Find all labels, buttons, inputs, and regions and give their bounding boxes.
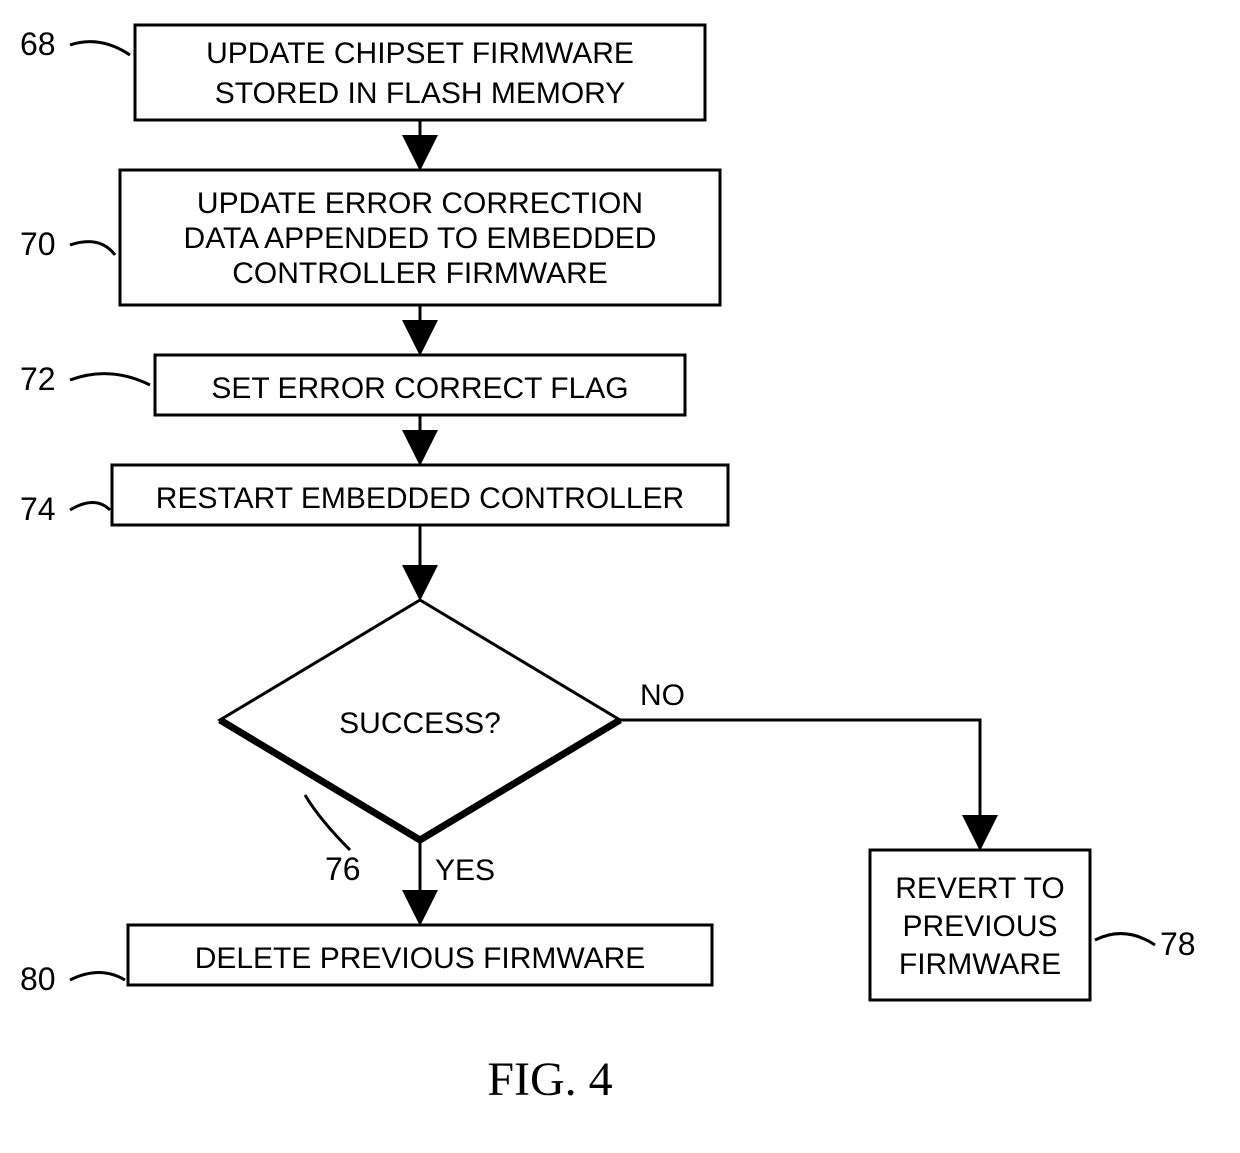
- process-78-line2: PREVIOUS: [902, 910, 1057, 943]
- branch-no: NO: [640, 679, 685, 712]
- edge-76-78-no: [620, 720, 980, 845]
- process-80-line1: DELETE PREVIOUS FIRMWARE: [195, 942, 646, 975]
- ref-70: 70: [20, 226, 56, 262]
- leader-68: [70, 42, 130, 55]
- leader-74: [70, 503, 110, 511]
- ref-72: 72: [20, 361, 56, 397]
- figure-label: FIG. 4: [487, 1053, 612, 1106]
- process-78-line1: REVERT TO: [895, 872, 1065, 905]
- process-70-line2: DATA APPENDED TO EMBEDDED: [184, 222, 657, 255]
- leader-76: [305, 795, 350, 850]
- leader-80: [70, 973, 125, 981]
- ref-74: 74: [20, 491, 56, 527]
- process-68-line2: STORED IN FLASH MEMORY: [215, 77, 626, 110]
- leader-72: [70, 374, 150, 385]
- decision-76-label: SUCCESS?: [339, 707, 501, 740]
- leader-78: [1095, 934, 1155, 945]
- ref-80: 80: [20, 961, 56, 997]
- process-70-line1: UPDATE ERROR CORRECTION: [197, 187, 643, 220]
- process-68-line1: UPDATE CHIPSET FIRMWARE: [206, 37, 634, 70]
- flowchart: UPDATE CHIPSET FIRMWARE STORED IN FLASH …: [0, 0, 1240, 1153]
- process-70-line3: CONTROLLER FIRMWARE: [232, 257, 608, 290]
- process-74-line1: RESTART EMBEDDED CONTROLLER: [156, 482, 684, 515]
- branch-yes: YES: [435, 854, 495, 887]
- process-72-line1: SET ERROR CORRECT FLAG: [211, 372, 628, 405]
- process-78-line3: FIRMWARE: [899, 948, 1061, 981]
- ref-76: 76: [325, 851, 361, 887]
- ref-68: 68: [20, 26, 56, 62]
- leader-70: [70, 242, 115, 255]
- ref-78: 78: [1160, 926, 1196, 962]
